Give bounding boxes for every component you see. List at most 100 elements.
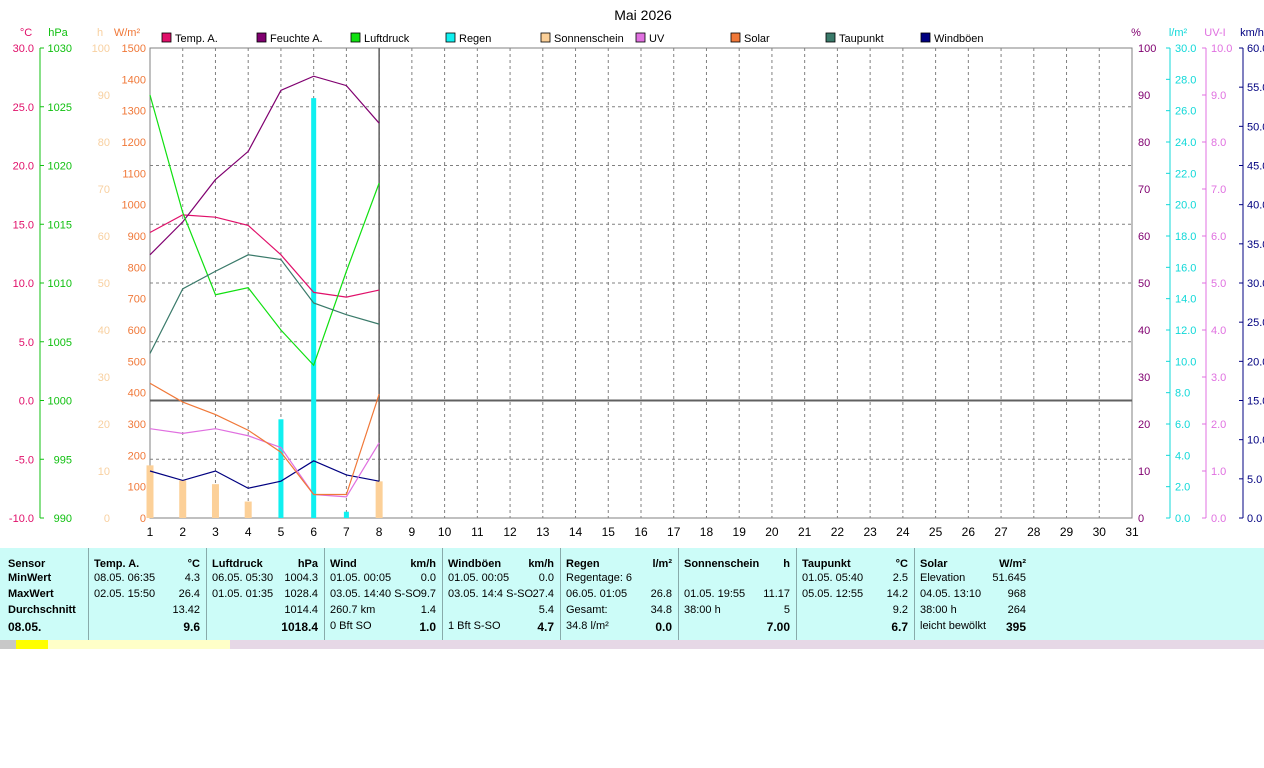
cell-value: 0.0 <box>420 572 436 584</box>
table-column: Luftdruck hPa 06.05. 05:30 1004.3 01.05. 01:… <box>212 548 320 640</box>
rain-tick-label: 26.0 <box>1175 106 1196 118</box>
legend-label: Regen <box>459 33 491 45</box>
x-tick-label: 27 <box>994 525 1008 539</box>
column-unit: h <box>783 558 790 570</box>
x-tick-label: 1 <box>147 525 154 539</box>
column-separator <box>324 548 325 640</box>
pressure-tick-label: 1005 <box>48 337 72 349</box>
uv-tick-label: 2.0 <box>1211 419 1226 431</box>
solar-tick-label: 0 <box>140 513 146 525</box>
solar-tick-label: 1500 <box>122 43 146 55</box>
column-separator <box>88 548 89 640</box>
rain-tick-label: 14.0 <box>1175 294 1196 306</box>
cell-value: 1004.3 <box>284 572 318 584</box>
wind-tick-label: 45.0 <box>1247 161 1264 173</box>
cell-value: 395 <box>1005 620 1026 634</box>
table-row: 02.05. 15:50 26.4 <box>94 588 202 604</box>
table-row: 0 Bft SO 1.0 <box>330 620 438 636</box>
cell-value: 9.6 <box>183 620 200 634</box>
humidity-tick-label: 90 <box>1138 90 1150 102</box>
solar-tick-label: 200 <box>128 450 146 462</box>
cell-text: leicht bewölkt <box>920 620 987 632</box>
temp-tick-label: -10.0 <box>9 513 34 525</box>
table-row: 1014.4 <box>212 604 320 620</box>
cell-text: 01.05. 05:40 <box>802 572 864 584</box>
x-tick-label: 21 <box>798 525 812 539</box>
bar-Regen <box>278 419 284 518</box>
cell-text: 08.05. 06:35 <box>94 572 156 584</box>
table-row: 5.4 <box>448 604 556 620</box>
x-tick-label: 6 <box>310 525 317 539</box>
table-row: 01.05. 00:05 0.0 <box>330 572 438 588</box>
solar-tick-label: 400 <box>128 388 146 400</box>
uv-tick-label: 10.0 <box>1211 43 1232 55</box>
label-avg: Durchschnitt <box>8 604 76 616</box>
grid <box>149 47 1133 519</box>
bar-Regen <box>343 511 349 518</box>
wind-tick-label: 40.0 <box>1247 200 1264 212</box>
pressure-tick-label: 1015 <box>48 219 72 231</box>
table-row <box>684 572 792 588</box>
column-title: Temp. A. <box>94 558 140 570</box>
legend-label: Solar <box>744 33 770 45</box>
legend-swatch <box>350 32 361 43</box>
cell-value: 26.8 <box>650 588 672 600</box>
row-labels: Sensor MinWert MaxWert Durchschnitt 08.0… <box>0 548 88 640</box>
humidity-tick-label: 10 <box>1138 466 1150 478</box>
wind-tick-label: 0.0 <box>1247 513 1262 525</box>
table-row: 08.05. 06:35 4.3 <box>94 572 202 588</box>
solar-tick-label: 1000 <box>122 200 146 212</box>
label-min: MinWert <box>8 572 52 584</box>
cell-text: 0 Bft SO <box>330 620 372 632</box>
rain-tick-label: 24.0 <box>1175 137 1196 149</box>
weather-chart: Mai 2026 Temp. A. Feuchte A. Luftdruck Rege… <box>9 7 1264 539</box>
cell-value: 34.8 <box>650 604 672 616</box>
cell-value: 14.2 <box>886 588 908 600</box>
cell-text: 01.05. 19:55 <box>684 588 746 600</box>
table-row: 05.05. 12:55 14.2 <box>802 588 910 604</box>
pressure-tick-label: 1030 <box>48 43 72 55</box>
table-row: 9.6 <box>94 620 202 636</box>
rain-tick-label: 30.0 <box>1175 43 1196 55</box>
x-tick-label: 2 <box>179 525 186 539</box>
humidity-tick-label: 20 <box>1138 419 1150 431</box>
x-tick-label: 10 <box>438 525 452 539</box>
cell-value: 968 <box>1007 588 1026 600</box>
solar-tick-label: 1300 <box>122 106 146 118</box>
cell-text: 260.7 km <box>330 604 376 616</box>
column-title: Solar <box>920 558 948 570</box>
cell-text: 05.05. 12:55 <box>802 588 864 600</box>
bar-Sonnenschein <box>146 465 154 518</box>
table-row: 01.05. 00:05 0.0 <box>448 572 556 588</box>
solar-tick-label: 1200 <box>122 137 146 149</box>
cell-value: 1018.4 <box>281 620 318 634</box>
x-tick-label: 18 <box>700 525 714 539</box>
column-title: Luftdruck <box>212 558 263 570</box>
legend-label: Taupunkt <box>839 33 884 45</box>
x-tick-label: 30 <box>1093 525 1107 539</box>
legend-label: Windböen <box>934 33 984 45</box>
x-tick-label: 17 <box>667 525 681 539</box>
wind-tick-label: 30.0 <box>1247 278 1264 290</box>
x-tick-label: 13 <box>536 525 550 539</box>
cell-text: Elevation <box>920 572 966 584</box>
bar-Sonnenschein <box>179 480 187 518</box>
uv-tick-label: 5.0 <box>1211 278 1226 290</box>
cell-value: 4.3 <box>184 572 200 584</box>
x-tick-label: 23 <box>863 525 877 539</box>
wind-tick-label: 5.0 <box>1247 474 1262 486</box>
pressure-tick-label: 995 <box>54 454 72 466</box>
x-tick-label: 9 <box>409 525 416 539</box>
sun-tick-label: 90 <box>98 90 110 102</box>
cell-text: Gesamt: <box>566 604 608 616</box>
uv-axis-label: UV-I <box>1204 27 1225 39</box>
table-row: 01.05. 01:35 1028.4 <box>212 588 320 604</box>
legend-swatch <box>635 32 646 43</box>
sun-tick-label: 40 <box>98 325 110 337</box>
cell-value: 26.4 <box>178 588 200 600</box>
wind-axis-label: km/h <box>1240 27 1264 39</box>
table-column: Regen l/m² Regentage: 6 06.05. 01:05 26.8 Ges… <box>566 548 674 640</box>
cell-text: 06.05. 05:30 <box>212 572 274 584</box>
table-row: Elevation 51.645 <box>920 572 1028 588</box>
legend-swatch <box>540 32 551 43</box>
